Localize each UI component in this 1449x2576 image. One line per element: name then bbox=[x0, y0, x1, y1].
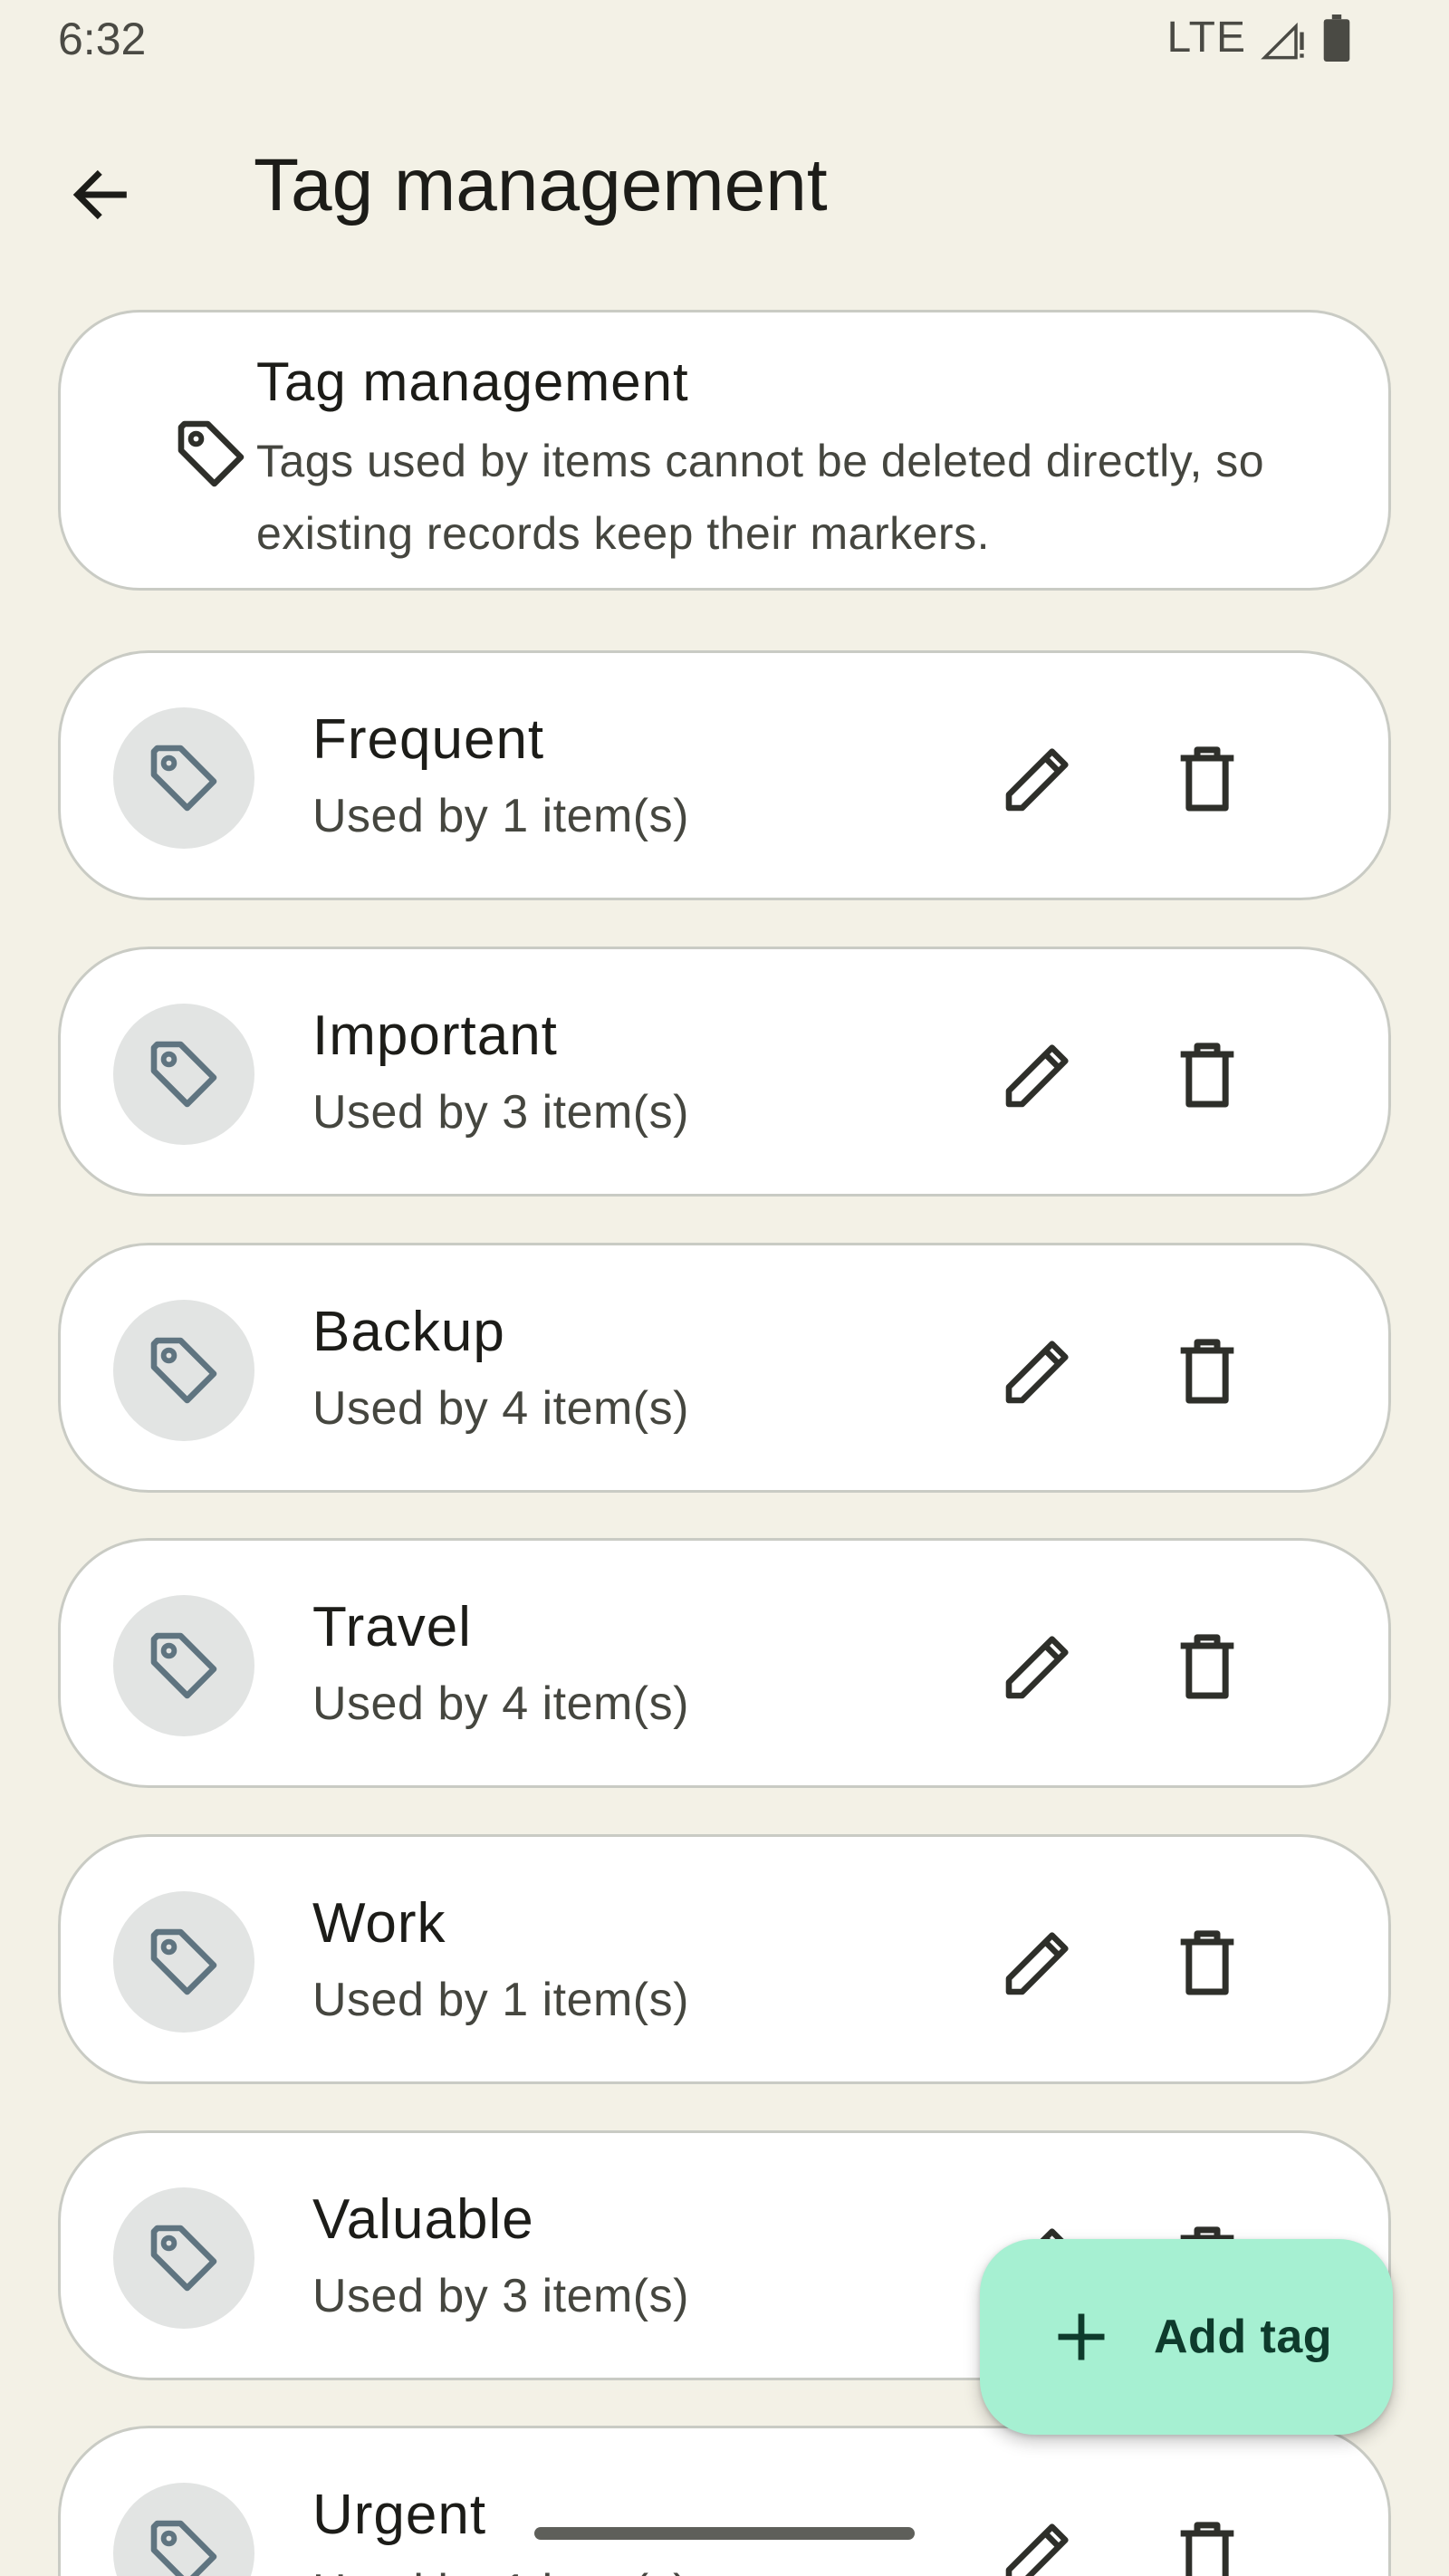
status-bar: 6:32 LTE bbox=[0, 0, 1449, 82]
tag-row[interactable]: Travel Used by 4 item(s) bbox=[58, 1538, 1391, 1788]
tag-avatar bbox=[113, 2483, 254, 2576]
info-card: Tag management Tags used by items cannot… bbox=[58, 310, 1391, 591]
trash-icon bbox=[1180, 1634, 1234, 1699]
tag-name: Important bbox=[312, 1004, 558, 1067]
pencil-icon bbox=[1005, 1044, 1069, 1108]
tag-avatar bbox=[113, 1595, 254, 1736]
tag-name: Travel bbox=[312, 1596, 472, 1658]
tag-icon bbox=[150, 2225, 217, 2292]
tag-row[interactable]: Urgent Used by 1 item(s) bbox=[58, 2426, 1391, 2576]
trash-icon bbox=[1180, 1339, 1234, 1404]
edit-tag-button[interactable] bbox=[984, 2499, 1093, 2576]
pencil-icon bbox=[1005, 1341, 1069, 1404]
tag-icon bbox=[150, 2520, 217, 2576]
pencil-icon bbox=[1005, 2523, 1069, 2576]
add-tag-label: Add tag bbox=[1154, 2311, 1333, 2363]
trash-icon bbox=[1180, 746, 1234, 812]
tag-avatar bbox=[113, 2187, 254, 2329]
status-time: 6:32 bbox=[58, 14, 147, 64]
delete-tag-button[interactable] bbox=[1153, 724, 1262, 832]
tag-avatar bbox=[113, 1300, 254, 1441]
tag-icon bbox=[150, 1928, 217, 1995]
arrow-back-icon bbox=[72, 169, 127, 220]
tag-usage: Used by 3 item(s) bbox=[312, 2270, 689, 2322]
tag-icon bbox=[150, 745, 217, 812]
edit-tag-button[interactable] bbox=[984, 1020, 1093, 1129]
status-indicators: LTE bbox=[1167, 13, 1351, 62]
delete-tag-button[interactable] bbox=[1153, 1611, 1262, 1720]
plus-icon bbox=[1058, 2313, 1105, 2360]
delete-tag-button[interactable] bbox=[1153, 1020, 1262, 1129]
tag-name: Valuable bbox=[312, 2188, 534, 2251]
gesture-nav-handle[interactable] bbox=[534, 2527, 915, 2540]
tag-icon bbox=[150, 1632, 217, 1699]
pencil-icon bbox=[1005, 1636, 1069, 1699]
info-title: Tag management bbox=[256, 351, 689, 412]
tag-usage: Used by 1 item(s) bbox=[312, 790, 689, 842]
top-app-bar: Tag management bbox=[0, 109, 1449, 254]
tag-avatar bbox=[113, 1004, 254, 1145]
pencil-icon bbox=[1005, 1932, 1069, 1995]
trash-icon bbox=[1180, 1930, 1234, 1995]
tag-management-screen: 6:32 LTE Tag management Tag management T… bbox=[0, 0, 1449, 2576]
tag-row[interactable]: Frequent Used by 1 item(s) bbox=[58, 650, 1391, 900]
tag-usage: Used by 4 item(s) bbox=[312, 1382, 689, 1435]
delete-tag-button[interactable] bbox=[1153, 2499, 1262, 2576]
edit-tag-button[interactable] bbox=[984, 724, 1093, 832]
tag-name: Work bbox=[312, 1892, 446, 1955]
signal-icon bbox=[1261, 22, 1304, 59]
tag-name: Urgent bbox=[312, 2484, 487, 2546]
tag-row[interactable]: Work Used by 1 item(s) bbox=[58, 1834, 1391, 2084]
page-title: Tag management bbox=[254, 144, 828, 226]
delete-tag-button[interactable] bbox=[1153, 1908, 1262, 2016]
network-type: LTE bbox=[1166, 14, 1246, 62]
tag-usage: Used by 1 item(s) bbox=[312, 1974, 689, 2026]
edit-tag-button[interactable] bbox=[984, 1611, 1093, 1720]
tag-row[interactable]: Important Used by 3 item(s) bbox=[58, 947, 1391, 1197]
tag-name: Backup bbox=[312, 1301, 505, 1363]
tag-usage: Used by 4 item(s) bbox=[312, 1677, 689, 1730]
pencil-icon bbox=[1005, 748, 1069, 812]
tag-name: Frequent bbox=[312, 708, 545, 771]
trash-icon bbox=[1180, 1043, 1234, 1108]
tag-row[interactable]: Backup Used by 4 item(s) bbox=[58, 1243, 1391, 1493]
battery-icon bbox=[1323, 14, 1350, 62]
delete-tag-button[interactable] bbox=[1153, 1316, 1262, 1425]
back-button[interactable] bbox=[51, 145, 150, 245]
edit-tag-button[interactable] bbox=[984, 1908, 1093, 2016]
tag-avatar bbox=[113, 707, 254, 849]
add-tag-button[interactable]: Add tag bbox=[980, 2239, 1393, 2435]
edit-tag-button[interactable] bbox=[984, 1316, 1093, 1425]
tag-usage: Used by 3 item(s) bbox=[312, 1086, 689, 1139]
tag-usage: Used by 1 item(s) bbox=[312, 2564, 689, 2576]
tag-icon bbox=[178, 420, 245, 487]
info-description: Tags used by items cannot be deleted dir… bbox=[256, 436, 1265, 559]
tag-icon bbox=[150, 1041, 217, 1108]
trash-icon bbox=[1180, 2522, 1234, 2576]
tag-avatar bbox=[113, 1891, 254, 2033]
tag-icon bbox=[150, 1337, 217, 1404]
